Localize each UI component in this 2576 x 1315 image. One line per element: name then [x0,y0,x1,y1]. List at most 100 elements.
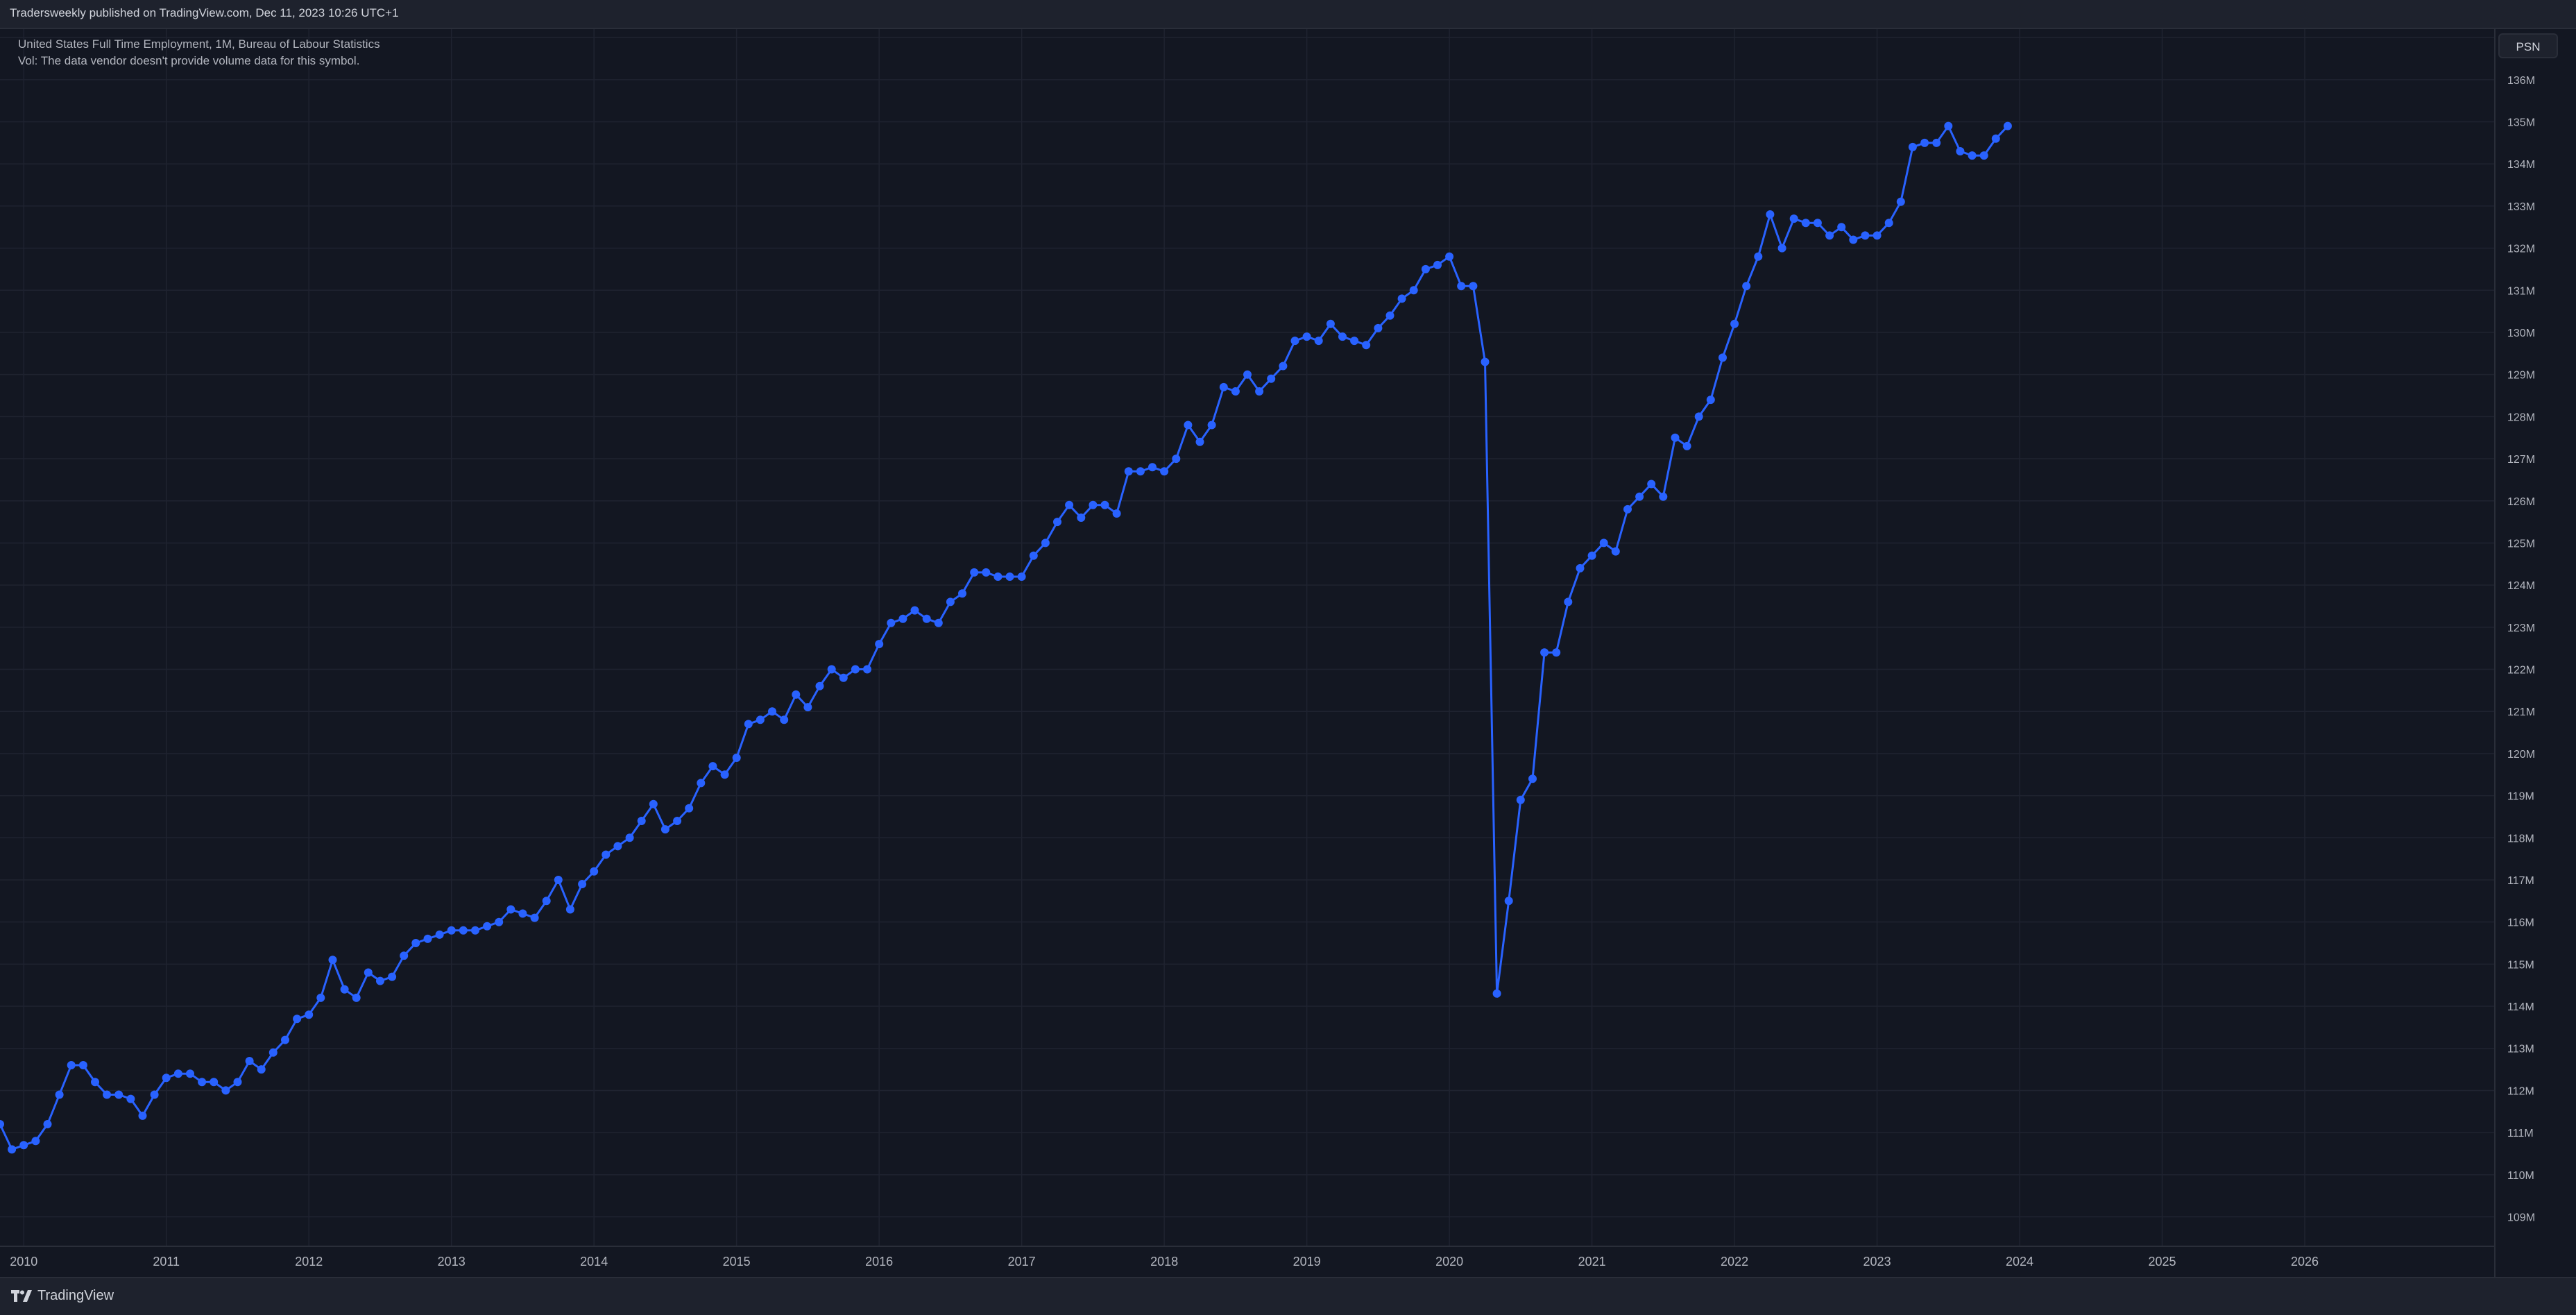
data-point[interactable] [1825,231,1834,240]
data-point[interactable] [376,976,384,985]
data-point[interactable] [708,762,717,771]
data-point[interactable] [1801,219,1810,228]
data-point[interactable] [1350,337,1359,346]
data-point[interactable] [126,1094,135,1103]
data-point[interactable] [720,770,729,779]
data-point[interactable] [1017,572,1026,581]
data-point[interactable] [910,606,919,615]
data-point[interactable] [1896,197,1905,206]
data-point[interactable] [173,1069,182,1078]
data-point[interactable] [1255,387,1264,396]
data-point[interactable] [660,825,669,834]
data-point[interactable] [756,715,765,724]
data-point[interactable] [340,985,349,994]
data-point[interactable] [78,1061,87,1069]
data-point[interactable] [1635,492,1644,501]
data-point[interactable] [1053,518,1061,527]
data-point[interactable] [400,951,409,960]
data-point[interactable] [1231,387,1240,396]
chart-plot[interactable]: 2010 2011 2012 2013 2014 2015 2016 2017 2018 2019… [0,29,2576,1277]
data-point[interactable] [1279,362,1288,371]
data-point[interactable] [55,1090,64,1099]
data-point[interactable] [1504,897,1513,906]
data-point[interactable] [1290,337,1299,346]
data-point[interactable] [43,1120,52,1128]
data-point[interactable] [602,850,611,859]
data-point[interactable] [1849,235,1858,244]
data-point[interactable] [673,817,682,825]
data-point[interactable] [1920,138,1929,147]
data-point[interactable] [1421,264,1430,273]
data-point[interactable] [1302,332,1311,341]
data-point[interactable] [1623,504,1632,514]
data-point[interactable] [352,993,361,1002]
data-point[interactable] [744,720,753,729]
data-point[interactable] [922,614,931,623]
data-point[interactable] [1813,219,1822,228]
data-point[interactable] [768,707,776,716]
data-point[interactable] [1112,509,1121,518]
data-point[interactable] [625,833,634,842]
price-scale-button[interactable]: PSN [2498,33,2558,58]
data-point[interactable] [565,905,574,914]
data-point[interactable] [1160,467,1169,476]
data-point[interactable] [958,589,966,598]
data-point[interactable] [103,1090,112,1099]
data-point[interactable] [1706,396,1715,405]
data-point[interactable] [1195,437,1204,446]
chart-area[interactable]: 2010 2011 2012 2013 2014 2015 2016 2017 2018 2019… [0,29,2576,1277]
data-point[interactable] [1932,138,1941,147]
data-point[interactable] [67,1061,76,1069]
data-point[interactable] [839,673,848,682]
data-point[interactable] [1385,311,1394,320]
data-point[interactable] [1742,282,1751,291]
data-point[interactable] [697,779,706,788]
data-point[interactable] [0,1120,4,1128]
data-point[interactable] [388,972,397,981]
data-point[interactable] [1564,597,1573,606]
data-point[interactable] [1694,412,1703,421]
data-point[interactable] [114,1090,123,1099]
data-point[interactable] [1100,500,1109,509]
data-point[interactable] [1599,538,1608,548]
data-point[interactable] [970,568,979,577]
data-point[interactable] [1374,323,1383,332]
data-point[interactable] [934,618,943,627]
data-point[interactable] [1766,210,1775,219]
data-point[interactable] [803,703,812,712]
data-point[interactable] [1457,282,1466,291]
data-point[interactable] [31,1137,40,1146]
data-point[interactable] [1789,214,1798,223]
series-line[interactable] [0,125,2008,1151]
data-point[interactable] [685,804,694,813]
data-point[interactable] [898,614,907,623]
data-point[interactable] [411,939,420,947]
data-point[interactable] [1397,294,1406,303]
data-point[interactable] [1136,467,1145,476]
data-point[interactable] [815,681,824,690]
data-point[interactable] [2003,121,2012,130]
data-point[interactable] [1089,500,1098,509]
data-point[interactable] [1219,382,1228,391]
data-point[interactable] [1552,648,1561,657]
data-point[interactable] [281,1035,289,1044]
data-point[interactable] [1172,455,1181,464]
data-point[interactable] [459,926,468,935]
data-point[interactable] [1362,341,1371,350]
data-point[interactable] [506,905,515,914]
data-point[interactable] [1991,134,2000,143]
data-point[interactable] [233,1078,242,1087]
data-point[interactable] [91,1078,99,1087]
data-point[interactable] [780,715,789,724]
data-point[interactable] [590,867,599,876]
data-point[interactable] [1718,353,1727,362]
data-point[interactable] [1659,492,1668,501]
data-point[interactable] [257,1065,266,1074]
data-point[interactable] [138,1111,147,1120]
data-point[interactable] [827,665,836,674]
data-point[interactable] [1124,467,1133,476]
data-point[interactable] [435,930,444,939]
data-point[interactable] [863,665,871,674]
data-point[interactable] [186,1069,194,1078]
data-point[interactable] [1481,357,1490,366]
